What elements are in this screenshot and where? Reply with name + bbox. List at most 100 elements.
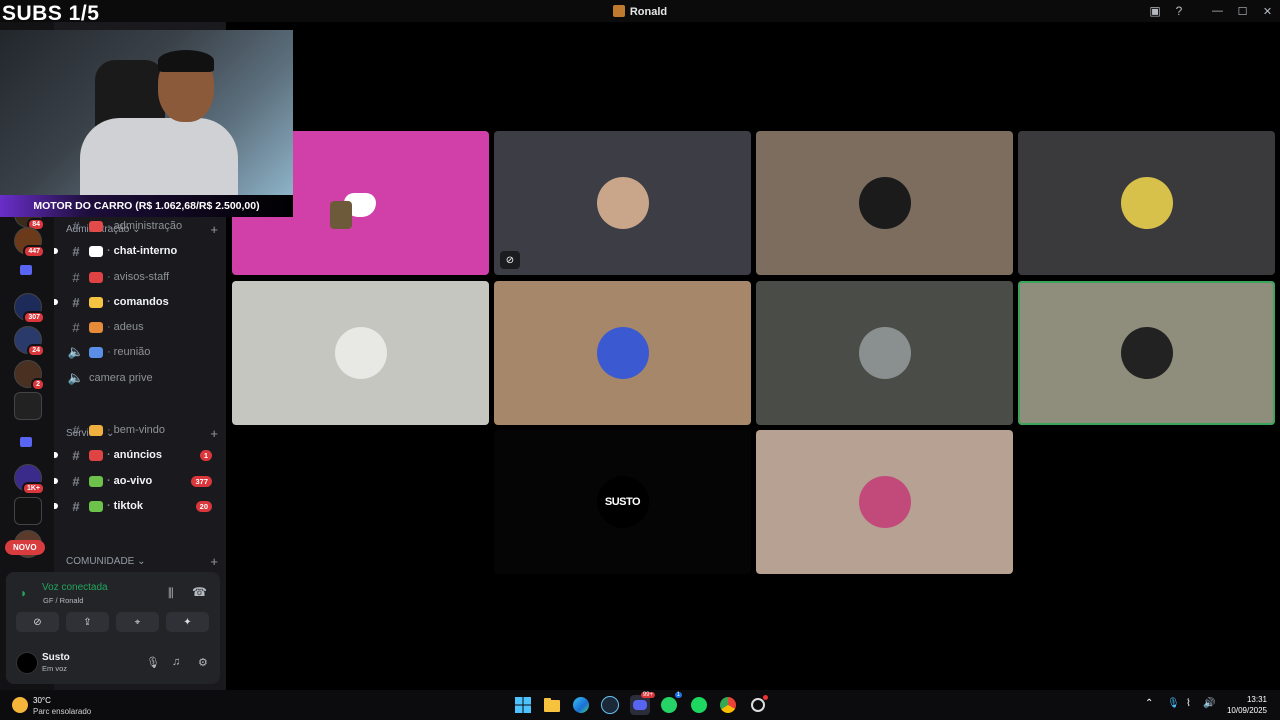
participant-tile[interactable] bbox=[1018, 281, 1275, 425]
whatsapp-icon[interactable]: 1 bbox=[659, 692, 682, 715]
overwolf-icon[interactable] bbox=[748, 695, 768, 715]
server-icon[interactable]: 447 bbox=[14, 227, 45, 258]
add-channel-icon[interactable]: + bbox=[210, 554, 218, 569]
user-area[interactable]: Susto Em voz 🎙 ♫ ⚙ bbox=[16, 650, 216, 678]
channel-emoji-icon bbox=[89, 220, 103, 232]
avatar[interactable] bbox=[16, 652, 38, 674]
channel-emoji-icon bbox=[89, 245, 103, 257]
edge-icon[interactable] bbox=[571, 695, 591, 715]
participant-tile[interactable] bbox=[756, 430, 1013, 574]
time: 13:31 bbox=[1246, 695, 1267, 704]
susto-logo: SUSTO bbox=[596, 476, 649, 528]
channel-an-ncios[interactable]: # · anúncios 1 bbox=[54, 444, 226, 466]
avatar bbox=[858, 177, 911, 229]
soundboard-button[interactable]: ✦ bbox=[166, 612, 209, 632]
mic-muted-icon: ⊘ bbox=[500, 251, 520, 269]
channel-chat-interno[interactable]: # · chat-interno bbox=[54, 240, 226, 262]
file-explorer-icon[interactable] bbox=[542, 695, 562, 715]
server-badge: 2 bbox=[31, 378, 45, 391]
server-icon[interactable]: 2 bbox=[14, 360, 45, 391]
participant-tile[interactable]: SUSTO bbox=[494, 430, 751, 574]
category-comunidade[interactable]: COMUNIDADE ⌄ + bbox=[66, 554, 218, 569]
activity-button[interactable]: ⌖ bbox=[116, 612, 159, 632]
mention-badge: 377 bbox=[191, 475, 212, 487]
close-button[interactable]: ✕ bbox=[1255, 0, 1280, 22]
channel-camera-prive[interactable]: 🔈 camera prive bbox=[54, 367, 226, 389]
channel-tiktok[interactable]: # · tiktok 20 bbox=[54, 495, 226, 517]
server-icon[interactable]: 24 bbox=[14, 326, 45, 357]
spotify-icon[interactable] bbox=[689, 695, 709, 715]
voice-panel: ◗ Voz conectada GF / Ronald ⫼ ☎ ⊘ ⇪ ⌖ ✦ … bbox=[6, 572, 220, 684]
temperature: 30°C bbox=[33, 696, 51, 705]
channel-label: camera prive bbox=[89, 372, 153, 384]
server-folder-icon[interactable] bbox=[14, 258, 40, 284]
unread-indicator bbox=[54, 503, 58, 509]
server-icon[interactable]: 1K+ bbox=[14, 464, 45, 495]
settings-gear-icon[interactable]: ⚙ bbox=[198, 656, 208, 669]
clock[interactable]: 13:31 10/09/2025 bbox=[1227, 694, 1267, 716]
channel-separator: · bbox=[107, 245, 111, 257]
channel-reuni-o[interactable]: 🔈 · reunião bbox=[54, 341, 226, 363]
chrome-icon[interactable] bbox=[718, 695, 738, 715]
taskbar: 30°C Parc ensolarado 99+ 1 ⌃ 🎙 ⌇ 🔊 13:31… bbox=[0, 690, 1280, 720]
server-icon[interactable] bbox=[14, 497, 42, 525]
channel-bem-vindo[interactable]: # · bem-vindo bbox=[54, 419, 226, 441]
help-icon[interactable]: ? bbox=[1167, 0, 1191, 22]
gamepad-icon: ⌖ bbox=[134, 616, 141, 628]
screen-share-icon: ⇪ bbox=[83, 616, 92, 628]
channel-ao-vivo[interactable]: # · ao-vivo 377 bbox=[54, 470, 226, 492]
avatar bbox=[1120, 177, 1173, 229]
camera-off-button[interactable]: ⊘ bbox=[16, 612, 59, 632]
voice-location[interactable]: GF / Ronald bbox=[43, 596, 83, 605]
channel-separator: · bbox=[107, 424, 111, 436]
share-screen-button[interactable]: ⇪ bbox=[66, 612, 109, 632]
discord-badge: 99+ bbox=[640, 692, 655, 698]
headphones-icon[interactable]: ♫ bbox=[172, 656, 180, 668]
avatar bbox=[596, 177, 649, 229]
channel-administra-o[interactable]: # · administração bbox=[54, 215, 226, 237]
channel-separator: · bbox=[107, 500, 111, 512]
avatar bbox=[1120, 327, 1173, 379]
unread-indicator bbox=[54, 299, 58, 305]
screen-share-icon[interactable]: ▣ bbox=[1143, 0, 1167, 22]
minimize-button[interactable]: — bbox=[1205, 0, 1230, 22]
streamer-shirt bbox=[80, 118, 238, 195]
avatar bbox=[596, 327, 649, 379]
participant-tile[interactable] bbox=[232, 281, 489, 425]
microphone-icon[interactable]: 🎙 bbox=[146, 656, 160, 669]
channel-adeus[interactable]: # · adeus bbox=[54, 316, 226, 338]
server-icon[interactable]: 307 bbox=[14, 293, 45, 324]
channel-label: avisos-staff bbox=[113, 271, 170, 283]
channel-comandos[interactable]: # · comandos bbox=[54, 291, 226, 313]
volume-icon[interactable]: 🔊 bbox=[1203, 698, 1215, 709]
disconnect-icon[interactable]: ☎ bbox=[192, 585, 207, 599]
channel-separator: · bbox=[107, 475, 111, 487]
hashtag-icon: # bbox=[72, 218, 80, 234]
window-title: Ronald bbox=[0, 5, 1280, 18]
maximize-button[interactable]: ☐ bbox=[1230, 0, 1255, 22]
title-bar: Ronald ▣ ? — ☐ ✕ bbox=[0, 0, 1280, 22]
start-icon[interactable] bbox=[513, 695, 533, 715]
steam-icon[interactable] bbox=[600, 695, 620, 715]
channel-separator: · bbox=[107, 271, 111, 283]
sparkle-icon: ✦ bbox=[183, 616, 192, 628]
voice-status[interactable]: Voz conectada bbox=[42, 582, 108, 593]
streamer-hair bbox=[158, 50, 214, 72]
network-icon[interactable]: ⌇ bbox=[1186, 698, 1191, 709]
participant-tile[interactable] bbox=[756, 281, 1013, 425]
channel-separator: · bbox=[107, 346, 111, 358]
participant-tile[interactable] bbox=[494, 281, 751, 425]
chevron-up-icon[interactable]: ⌃ bbox=[1145, 698, 1153, 709]
webcam-overlay bbox=[0, 30, 293, 195]
participant-tile[interactable]: ⊘ bbox=[494, 131, 751, 275]
server-icon[interactable] bbox=[14, 392, 42, 420]
participant-tile[interactable] bbox=[756, 131, 1013, 275]
unread-indicator bbox=[54, 375, 58, 381]
soundboard-icon[interactable]: ⫼ bbox=[168, 586, 174, 601]
discord-icon[interactable]: 99+ bbox=[630, 692, 655, 715]
channel-avisos-staff[interactable]: # · avisos-staff bbox=[54, 266, 226, 288]
microphone-tray-icon[interactable]: 🎙 bbox=[1167, 698, 1180, 709]
participant-tile[interactable] bbox=[1018, 131, 1275, 275]
server-folder-icon[interactable] bbox=[14, 430, 40, 456]
channel-label: reunião bbox=[113, 346, 151, 358]
